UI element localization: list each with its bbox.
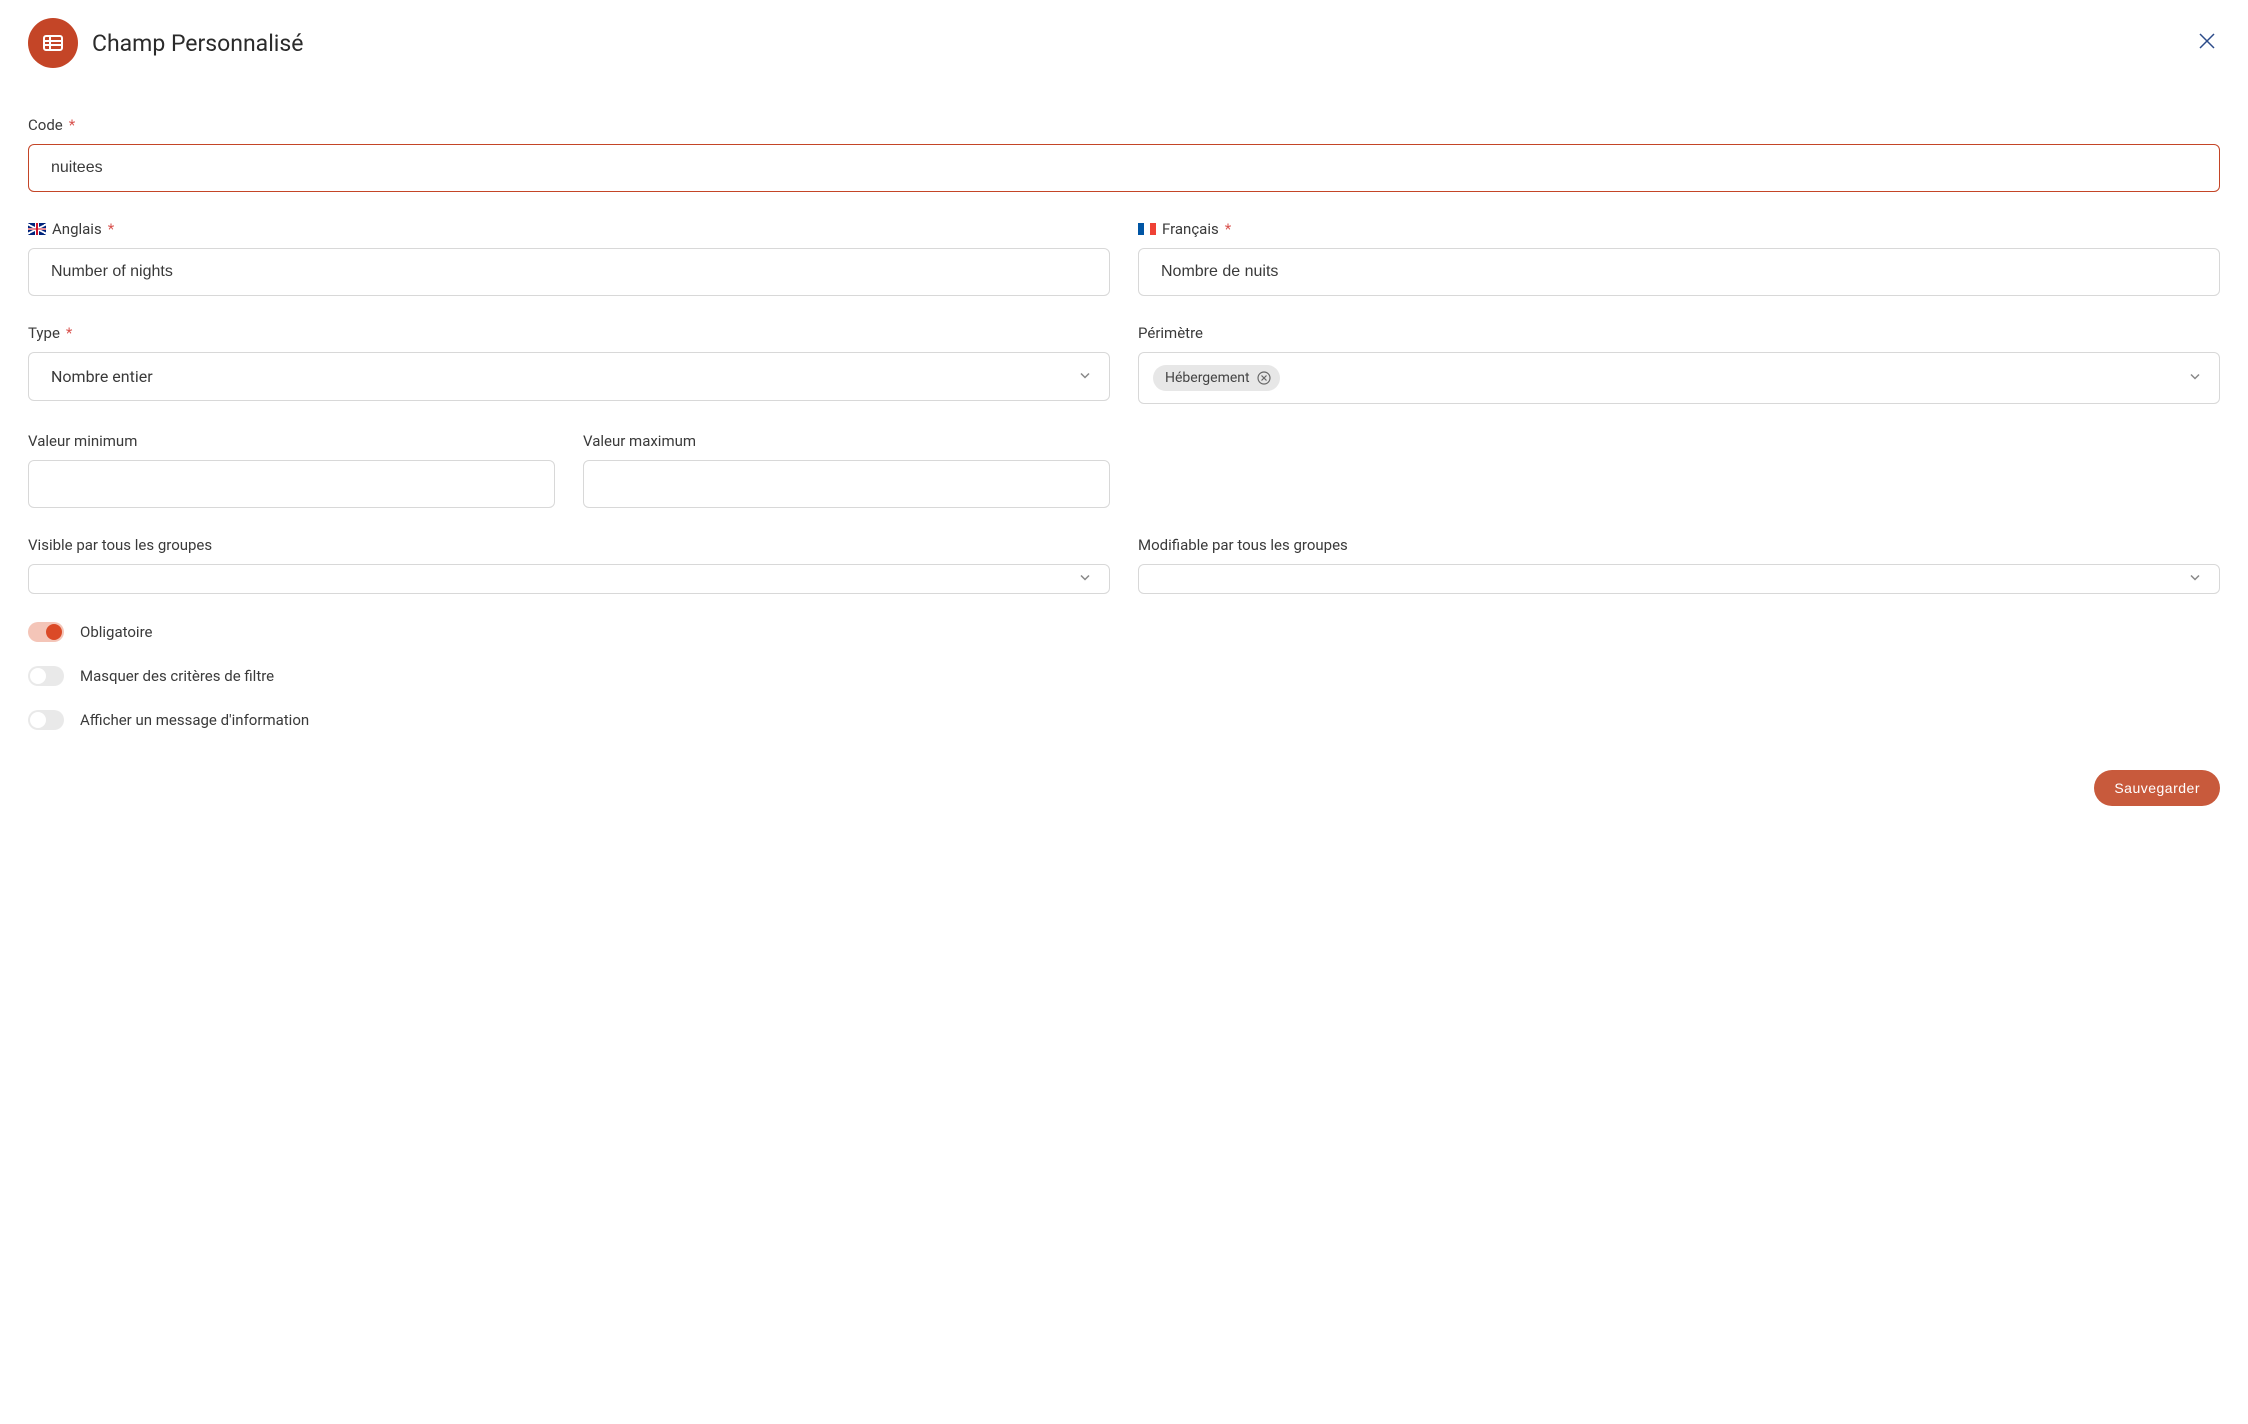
info-msg-toggle[interactable] [28,710,64,730]
type-label-text: Type [28,324,60,342]
type-select[interactable]: Nombre entier [28,352,1110,401]
fr-flag-icon [1138,223,1156,235]
save-button[interactable]: Sauvegarder [2094,770,2220,806]
visible-groups-value [28,564,1110,594]
french-input[interactable] [1138,248,2220,296]
close-button[interactable] [2194,28,2220,58]
code-input[interactable] [28,144,2220,192]
max-label: Valeur maximum [583,432,1110,450]
french-label-text: Français [1162,220,1219,238]
visible-groups-select[interactable] [28,564,1110,594]
perimeter-select[interactable]: Hébergement [1138,352,2220,404]
perimeter-tag: Hébergement [1153,365,1280,391]
hide-filter-toggle-label: Masquer des critères de filtre [80,667,274,685]
dialog-header: Champ Personnalisé [28,18,2220,68]
perimeter-tag-label: Hébergement [1165,370,1250,386]
hide-filter-toggle[interactable] [28,666,64,686]
perimeter-label: Périmètre [1138,324,2220,342]
editable-groups-label: Modifiable par tous les groupes [1138,536,2220,554]
required-asterisk: * [66,324,72,342]
min-label: Valeur minimum [28,432,555,450]
code-label-text: Code [28,116,63,134]
page-title: Champ Personnalisé [92,30,303,57]
remove-tag-button[interactable] [1256,370,1272,386]
perimeter-label-text: Périmètre [1138,324,1203,342]
close-icon [1257,371,1271,385]
spacer [1138,432,2220,508]
type-select-value: Nombre entier [28,352,1110,401]
english-input[interactable] [28,248,1110,296]
uk-flag-icon [28,223,46,235]
required-asterisk: * [108,220,114,238]
required-asterisk: * [69,116,75,134]
code-label: Code * [28,116,2220,134]
visible-groups-label: Visible par tous les groupes [28,536,1110,554]
editable-groups-value [1138,564,2220,594]
close-icon [2198,32,2216,50]
custom-field-icon [28,18,78,68]
required-asterisk: * [1225,220,1231,238]
min-input[interactable] [28,460,555,508]
french-label: Français * [1138,220,2220,238]
english-label: Anglais * [28,220,1110,238]
type-label: Type * [28,324,1110,342]
required-toggle-label: Obligatoire [80,623,152,641]
required-toggle[interactable] [28,622,64,642]
info-msg-toggle-label: Afficher un message d'information [80,711,309,729]
editable-groups-select[interactable] [1138,564,2220,594]
english-label-text: Anglais [52,220,102,238]
header-left: Champ Personnalisé [28,18,303,68]
max-input[interactable] [583,460,1110,508]
